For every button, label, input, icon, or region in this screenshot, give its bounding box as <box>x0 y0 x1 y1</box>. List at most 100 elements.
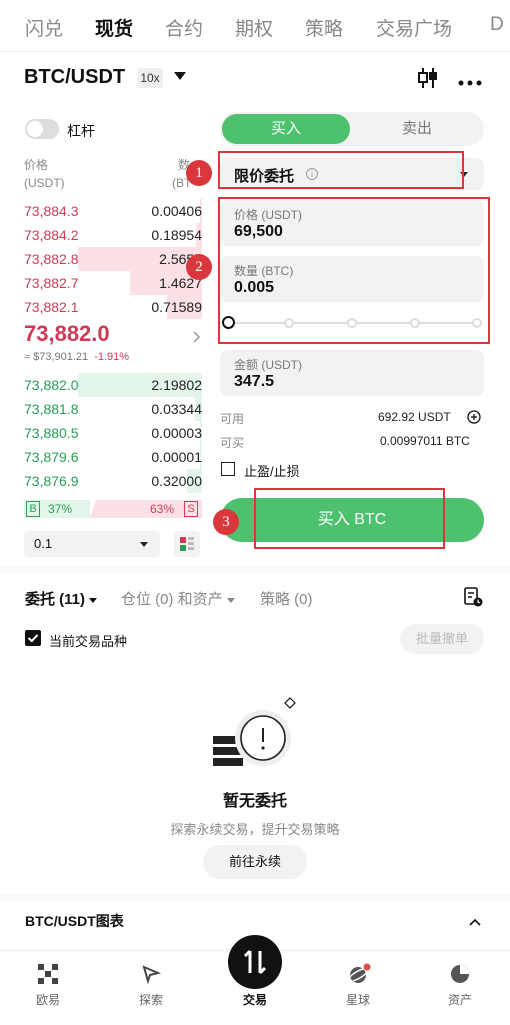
margin-toggle[interactable] <box>25 119 59 139</box>
bid-price: 73,881.8 <box>24 401 79 417</box>
tab-strategy-orders[interactable]: 策略 (0) <box>260 588 313 609</box>
can-buy-label: 可买 <box>220 436 245 450</box>
ask-row[interactable]: 73,884.3 0.00406 <box>24 199 202 223</box>
orderbook-layout-button[interactable] <box>174 531 200 557</box>
section-divider <box>0 566 510 574</box>
ask-qty: 0.18954 <box>151 227 202 243</box>
section-divider <box>0 894 510 902</box>
sell-tab[interactable]: 卖出 <box>350 114 484 144</box>
bid-price: 73,879.6 <box>24 449 79 465</box>
trade-icon[interactable] <box>228 935 282 989</box>
chevron-right-icon[interactable] <box>193 330 201 343</box>
orderbook-layout-icon <box>180 537 194 551</box>
ask-price: 73,884.2 <box>24 227 79 243</box>
bulk-cancel-button[interactable]: 批量撤单 <box>400 624 484 654</box>
bid-qty: 2.19802 <box>151 377 202 393</box>
explore-icon <box>141 964 162 985</box>
annotation-badge-3: 3 <box>213 509 239 535</box>
orderbook-price-unit: (USDT) <box>24 176 65 190</box>
sell-ratio-badge: S <box>184 501 198 517</box>
tpsl-checkbox[interactable] <box>221 462 235 476</box>
precision-select[interactable]: 0.1 <box>24 531 160 557</box>
bottom-nav: 欧易 探索 交易 星球 资产 <box>0 935 510 1025</box>
index-price: ≈ $73,901.21 -1.91% <box>24 351 129 363</box>
ask-price: 73,882.8 <box>24 251 79 267</box>
annotation-badge-1: 1 <box>186 160 212 186</box>
annotation-box-3 <box>254 488 445 549</box>
order-history-icon[interactable] <box>462 586 484 608</box>
total-field[interactable]: 金额 (USDT) 347.5 <box>220 350 484 396</box>
bid-row[interactable]: 73,880.5 0.00003 <box>24 421 202 445</box>
tab-orders[interactable]: 委托 (11) <box>25 588 98 609</box>
buy-tab[interactable]: 买入 <box>222 114 350 144</box>
annotation-box-2 <box>218 197 490 344</box>
nav-home[interactable]: 欧易 <box>18 991 78 1008</box>
empty-title: 暂无委托 <box>222 793 287 810</box>
buy-ratio-value: 37% <box>48 502 73 516</box>
ask-qty: 0.71589 <box>151 299 202 315</box>
nav-explore[interactable]: 探索 <box>121 991 181 1008</box>
ask-row[interactable]: 73,882.7 1.4627 <box>24 271 202 295</box>
tab-spot[interactable]: 现货 <box>95 14 133 41</box>
margin-toggle-label: 杠杆 <box>67 123 95 139</box>
bid-row[interactable]: 73,876.9 0.32000 <box>24 469 202 493</box>
bid-row[interactable]: 73,879.6 0.00001 <box>24 445 202 469</box>
empty-subtitle: 探索永续交易，提升交易策略 <box>170 822 340 837</box>
total-field-label: 金额 (USDT) <box>234 358 302 372</box>
bid-qty: 0.00001 <box>151 449 202 465</box>
leverage-badge: 10x <box>137 68 163 88</box>
bid-price: 73,876.9 <box>24 473 79 489</box>
nav-planet[interactable]: 星球 <box>328 991 388 1008</box>
chevron-down-icon <box>89 597 98 603</box>
bid-qty: 0.32000 <box>151 473 202 489</box>
orderbook-price-header: 价格 <box>24 158 49 172</box>
annotation-badge-2: 2 <box>186 254 212 280</box>
assets-icon <box>450 964 470 984</box>
chart-section-title[interactable]: BTC/USDT图表 <box>25 911 124 931</box>
tpsl-label: 止盈/止损 <box>244 464 300 479</box>
sell-ratio-value: 63% <box>150 502 175 516</box>
tab-convert[interactable]: 闪兑 <box>25 14 63 41</box>
available-label: 可用 <box>220 412 245 426</box>
tab-trading-square[interactable]: 交易广场 <box>376 14 452 41</box>
tab-options[interactable]: 期权 <box>235 14 273 41</box>
more-icon[interactable] <box>457 74 483 86</box>
tab-orders-label: 委托 (11) <box>25 591 86 608</box>
go-perpetual-button[interactable]: 前往永续 <box>203 845 307 879</box>
can-buy-value: 0.00997011 BTC <box>380 434 470 448</box>
tab-strategy[interactable]: 策略 <box>305 14 343 41</box>
planet-icon <box>346 963 371 985</box>
current-pair-checkbox[interactable] <box>25 630 41 646</box>
nav-trade[interactable]: 交易 <box>225 991 285 1008</box>
ask-row[interactable]: 73,882.1 0.71589 <box>24 295 202 319</box>
tab-positions[interactable]: 仓位 (0) 和资产 <box>121 588 235 609</box>
ask-row[interactable]: 73,884.2 0.18954 <box>24 223 202 247</box>
add-funds-icon[interactable] <box>467 410 481 424</box>
ask-qty: 0.00406 <box>151 203 202 219</box>
last-price: 73,882.0 <box>24 321 110 346</box>
okx-icon <box>38 964 58 984</box>
annotation-box-1 <box>218 151 464 189</box>
nav-assets[interactable]: 资产 <box>430 991 490 1008</box>
ask-price: 73,882.1 <box>24 299 79 315</box>
bid-price: 73,882.0 <box>24 377 79 393</box>
bid-row[interactable]: 73,881.8 0.03344 <box>24 397 202 421</box>
ask-row[interactable]: 73,882.8 2.5657 <box>24 247 202 271</box>
buy-ratio-badge: B <box>26 501 40 517</box>
bid-row[interactable]: 73,882.0 2.19802 <box>24 373 202 397</box>
precision-value: 0.1 <box>34 536 53 551</box>
empty-orders-illustration <box>210 696 302 776</box>
available-value: 692.92 USDT <box>378 410 451 424</box>
chevron-up-icon[interactable] <box>468 914 482 926</box>
ask-price: 73,882.7 <box>24 275 79 291</box>
index-price-value: ≈ $73,901.21 <box>24 351 89 363</box>
tab-futures[interactable]: 合约 <box>165 14 203 41</box>
tab-overflow[interactable]: D <box>490 14 504 36</box>
chevron-down-icon <box>226 597 235 603</box>
tab-positions-label: 仓位 (0) 和资产 <box>121 591 223 608</box>
pair-title[interactable]: BTC/USDT <box>24 66 125 89</box>
candlestick-chart-icon[interactable] <box>417 66 439 90</box>
total-input[interactable]: 347.5 <box>234 373 274 391</box>
bid-price: 73,880.5 <box>24 425 79 441</box>
pair-dropdown-icon[interactable] <box>174 72 186 80</box>
